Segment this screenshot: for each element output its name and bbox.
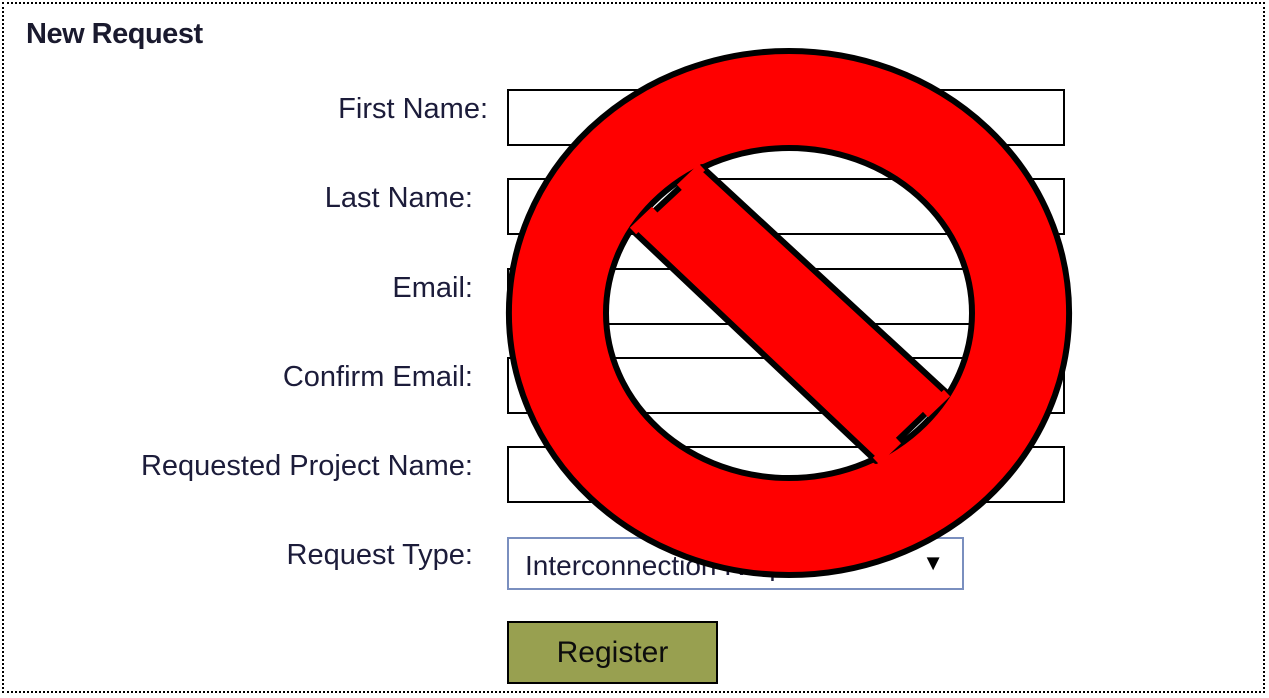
project-name-input[interactable] [507,446,1065,503]
section-title: New Request [26,18,203,50]
confirm-email-input[interactable] [507,357,1065,414]
request-type-label: Request Type: [286,539,473,571]
email-input[interactable] [507,268,1065,325]
email-label: Email: [392,272,473,304]
register-button[interactable]: Register [507,621,718,684]
first-name-label: First Name: [338,93,488,125]
request-type-select[interactable]: Interconnection Request ▼ [507,537,964,590]
new-request-panel: New Request First Name: Last Name: Email… [2,2,1265,693]
last-name-label: Last Name: [324,182,473,214]
dropdown-arrow-icon[interactable]: ▼ [922,550,944,576]
project-name-label: Requested Project Name: [140,450,473,482]
request-type-value: Interconnection Request [525,550,829,581]
last-name-input[interactable] [507,178,1065,235]
confirm-email-label: Confirm Email: [282,361,473,393]
first-name-input[interactable] [507,89,1065,146]
